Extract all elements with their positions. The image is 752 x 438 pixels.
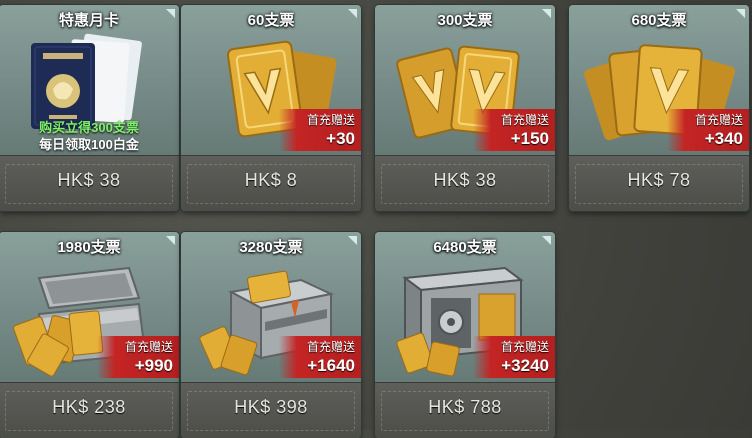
bonus-value: +30 (326, 129, 355, 148)
bonus-label: 首充赠送 (694, 113, 743, 127)
bonus-value: +340 (704, 129, 743, 148)
price-label: HK$ 8 (244, 170, 298, 190)
price-bar: HK$ 238 (0, 382, 179, 438)
shop-item-1980[interactable]: 1980支票 首充赠送 +990 HK$ 238 (0, 232, 179, 438)
price-label: HK$ 38 (57, 170, 121, 190)
item-title: 特惠月卡 (58, 12, 119, 29)
first-charge-bonus-badge: 首充赠送 +340 (667, 109, 749, 151)
bonus-value: +3240 (501, 356, 549, 375)
item-title: 1980支票 (57, 239, 121, 256)
bonus-label: 首充赠送 (306, 340, 355, 354)
shop-item-3280[interactable]: 3280支票 首充赠送 +1640 HK$ 398 (181, 232, 361, 438)
first-charge-bonus-badge: 首充赠送 +150 (473, 109, 555, 151)
item-title: 300支票 (437, 12, 493, 29)
price-bar: HK$ 78 (569, 155, 749, 211)
price-label: HK$ 238 (52, 397, 126, 417)
first-charge-bonus-badge: 首充赠送 +1640 (279, 336, 361, 378)
first-charge-bonus-badge: 首充赠送 +990 (97, 336, 179, 378)
item-title: 60支票 (247, 12, 295, 29)
bonus-label: 首充赠送 (500, 113, 549, 127)
first-charge-bonus-badge: 首充赠送 +30 (279, 109, 361, 151)
first-charge-bonus-badge: 首充赠送 +3240 (473, 336, 555, 378)
item-title: 6480支票 (433, 239, 497, 256)
bonus-value: +990 (134, 356, 173, 375)
price-label: HK$ 78 (627, 170, 691, 190)
shop-item-300[interactable]: 300支票 首充赠送 +150 HK$ 38 (375, 5, 555, 211)
price-bar: HK$ 8 (181, 155, 361, 211)
price-label: HK$ 398 (234, 397, 308, 417)
shop-item-monthly-card[interactable]: 特惠月卡 购买立得300支票 每日领取100白金 HK$ 38 (0, 5, 179, 211)
bonus-label: 首充赠送 (306, 113, 355, 127)
price-label: HK$ 38 (433, 170, 497, 190)
price-bar: HK$ 398 (181, 382, 361, 438)
bonus-label: 首充赠送 (124, 340, 173, 354)
bonus-value: +1640 (307, 356, 355, 375)
daily-reward-text: 每日领取100白金 (39, 137, 139, 152)
price-bar: HK$ 38 (375, 155, 555, 211)
item-title: 680支票 (631, 12, 687, 29)
price-label: HK$ 788 (428, 397, 502, 417)
price-bar: HK$ 38 (0, 155, 179, 211)
shop-item-60[interactable]: 60支票 首充赠送 +30 HK$ 8 (181, 5, 361, 211)
purchase-bonus-text: 购买立得300支票 (39, 120, 139, 135)
price-bar: HK$ 788 (375, 382, 555, 438)
bonus-value: +150 (510, 129, 549, 148)
shop-item-680[interactable]: 680支票 首充赠送 +340 HK$ 78 (569, 5, 749, 211)
bonus-label: 首充赠送 (500, 340, 549, 354)
item-title: 3280支票 (239, 239, 303, 256)
shop-item-6480[interactable]: 6480支票 首充赠送 +3240 HK$ 788 (375, 232, 555, 438)
